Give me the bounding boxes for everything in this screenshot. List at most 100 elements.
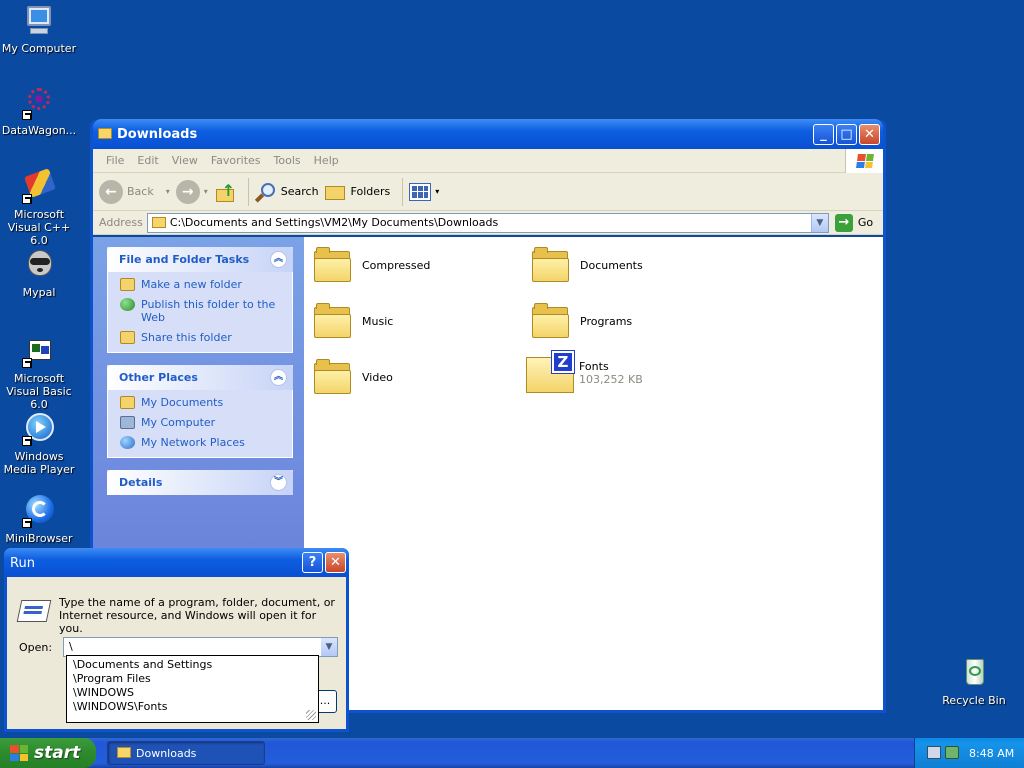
desktop-icon-label: Windows Media Player: [3, 450, 75, 476]
folder-item[interactable]: Video: [314, 359, 393, 395]
forward-button[interactable]: → ▾: [175, 179, 208, 204]
menu-tools[interactable]: Tools: [269, 154, 309, 167]
desktop-icon-label: DataWagon...: [1, 124, 77, 137]
place-network-places[interactable]: My Network Places: [120, 436, 284, 449]
address-input[interactable]: C:\Documents and Settings\VM2\My Documen…: [146, 212, 829, 233]
folder-name: Video: [362, 370, 393, 384]
desktop-icon-label: Recycle Bin: [942, 694, 1006, 707]
system-tray: 8:48 AM: [914, 738, 1024, 768]
folder-icon: [151, 216, 166, 228]
run-icon: [16, 600, 52, 622]
toolbar-separator: [402, 177, 404, 206]
explorer-title-bar[interactable]: Downloads _ □ ✕: [93, 119, 883, 149]
forward-dropdown-icon[interactable]: ▾: [204, 187, 208, 196]
shortcut-arrow-icon: [22, 194, 32, 204]
open-dropdown-button[interactable]: ▼: [321, 638, 337, 656]
close-button[interactable]: ✕: [325, 552, 346, 573]
place-my-computer[interactable]: My Computer: [120, 416, 284, 429]
task-share-folder[interactable]: Share this folder: [120, 331, 284, 344]
menu-favorites[interactable]: Favorites: [206, 154, 269, 167]
panel-title: File and Folder Tasks: [119, 253, 250, 266]
panel-title: Other Places: [119, 371, 198, 384]
media-player-icon: [22, 412, 56, 446]
back-button[interactable]: ← Back ▾: [99, 179, 170, 204]
up-folder-icon: ↑: [214, 181, 236, 203]
file-folder-tasks-header[interactable]: File and Folder Tasks ︽: [107, 247, 293, 272]
file-size: 103,252 KB: [579, 373, 643, 386]
collapse-chevron-icon[interactable]: ︽: [270, 251, 287, 268]
open-input[interactable]: \ ▼: [63, 637, 338, 657]
desktop-icon-visual-basic[interactable]: Microsoft Visual Basic 6.0: [0, 334, 78, 411]
search-label: Search: [280, 185, 319, 198]
back-arrow-icon: ←: [99, 179, 123, 204]
toolbar-separator: [247, 177, 249, 206]
folder-item[interactable]: Documents: [532, 247, 643, 283]
shortcut-arrow-icon: [22, 518, 32, 528]
folder-item[interactable]: Compressed: [314, 247, 430, 283]
network-tray-icon[interactable]: [927, 746, 941, 759]
autocomplete-item[interactable]: \Documents and Settings: [73, 658, 318, 672]
folder-item[interactable]: Programs: [532, 303, 632, 339]
expand-chevron-icon[interactable]: ︾: [270, 474, 287, 491]
desktop-icon-recycle-bin[interactable]: Recycle Bin: [935, 656, 1013, 707]
folder-icon: [314, 303, 352, 339]
go-button[interactable]: → Go: [834, 213, 874, 232]
minibrowser-icon: [22, 494, 56, 528]
menu-view[interactable]: View: [167, 154, 206, 167]
task-publish-web[interactable]: Publish this folder to the Web: [120, 298, 284, 324]
desktop-icon-visual-cpp[interactable]: Microsoft Visual C++ 6.0: [0, 168, 78, 247]
task-label: Publish this folder to the Web: [141, 298, 276, 324]
desktop-icon-datawagon[interactable]: DataWagon...: [0, 86, 78, 137]
folder-name: Programs: [580, 314, 633, 328]
close-button[interactable]: ✕: [859, 124, 880, 145]
address-dropdown-button[interactable]: ▼: [810, 213, 828, 232]
details-header[interactable]: Details ︾: [107, 470, 293, 495]
taskbar-item-downloads[interactable]: Downloads: [107, 741, 265, 765]
menu-file[interactable]: File: [101, 154, 132, 167]
run-title-bar[interactable]: Run ? ✕: [4, 548, 349, 577]
search-button[interactable]: Search: [254, 181, 319, 203]
taskbar-item-label: Downloads: [136, 747, 197, 760]
up-folder-button[interactable]: ↑: [214, 181, 236, 203]
maximize-button[interactable]: □: [836, 124, 857, 145]
forward-arrow-icon: →: [175, 179, 200, 204]
autocomplete-item[interactable]: \WINDOWS\Fonts: [73, 700, 318, 714]
folders-button[interactable]: Folders: [324, 182, 391, 202]
views-button[interactable]: ▾: [409, 182, 439, 201]
collapse-chevron-icon[interactable]: ︽: [270, 369, 287, 386]
shortcut-arrow-icon: [22, 110, 32, 120]
help-button[interactable]: ?: [302, 552, 323, 573]
place-label: My Documents: [141, 396, 224, 409]
menu-help[interactable]: Help: [309, 154, 347, 167]
desktop-icon-my-computer[interactable]: My Computer: [0, 4, 78, 55]
visual-basic-icon: [22, 334, 56, 368]
place-my-documents[interactable]: My Documents: [120, 396, 284, 409]
volume-tray-icon[interactable]: [945, 746, 959, 759]
shortcut-arrow-icon: [22, 358, 32, 368]
start-button[interactable]: start: [0, 738, 96, 768]
autocomplete-item[interactable]: \WINDOWS: [73, 686, 318, 700]
place-label: My Network Places: [141, 436, 245, 449]
run-dialog[interactable]: Run ? ✕ Type the name of a program, fold…: [4, 548, 349, 732]
computer-icon: [22, 4, 56, 38]
menu-edit[interactable]: Edit: [132, 154, 166, 167]
zip-file-item[interactable]: Z Fonts 103,252 KB: [526, 350, 643, 395]
task-make-new-folder[interactable]: Make a new folder: [120, 278, 284, 291]
go-label: Go: [857, 216, 874, 229]
visual-cpp-icon: [22, 168, 56, 204]
folders-label: Folders: [350, 185, 391, 198]
other-places-header[interactable]: Other Places ︽: [107, 365, 293, 390]
desktop-icon-media-player[interactable]: Windows Media Player: [0, 412, 78, 476]
minimize-button[interactable]: _: [813, 124, 834, 145]
resize-grip[interactable]: [306, 710, 316, 720]
autocomplete-item[interactable]: \Program Files: [73, 672, 318, 686]
file-name: Fonts: [579, 360, 609, 373]
back-dropdown-icon[interactable]: ▾: [166, 187, 170, 196]
folder-icon: [117, 747, 131, 758]
recycle-bin-icon: [957, 656, 991, 690]
desktop-icon-mypal[interactable]: Mypal: [0, 248, 78, 299]
clock[interactable]: 8:48 AM: [969, 747, 1014, 760]
window-title: Downloads: [117, 127, 198, 142]
folder-item[interactable]: Music: [314, 303, 393, 339]
desktop-icon-minibrowser[interactable]: MiniBrowser: [0, 494, 78, 545]
